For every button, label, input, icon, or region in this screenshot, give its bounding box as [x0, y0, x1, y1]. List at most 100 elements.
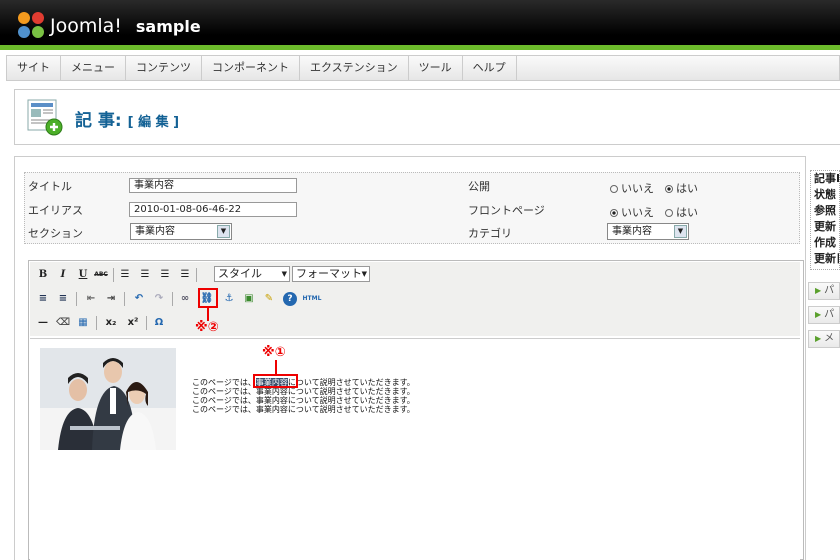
- menu-site[interactable]: サイト: [7, 56, 61, 80]
- published-yes-label: はい: [676, 182, 698, 195]
- info-line: 状態: [814, 188, 836, 201]
- align-center-icon[interactable]: ☰: [138, 268, 152, 282]
- strikethrough-icon[interactable]: ABC: [94, 268, 108, 282]
- params-advanced-toggle[interactable]: ▶ パ: [808, 306, 840, 324]
- triangle-right-icon: ▶: [815, 286, 822, 295]
- underline-icon[interactable]: U: [76, 268, 90, 282]
- radio-checked-icon: [665, 185, 673, 193]
- menu-help[interactable]: ヘルプ: [463, 56, 517, 80]
- annotation-line-1: [275, 360, 277, 374]
- section-label: セクション: [28, 227, 83, 240]
- admin-header: Joomla! sample: [0, 0, 840, 50]
- main-menu: サイト メニュー コンテンツ コンポーネント エクステンション ツール ヘルプ: [6, 55, 840, 81]
- toolbar-separator: [113, 268, 114, 282]
- format-dropdown[interactable]: フォーマット ▼: [292, 266, 370, 282]
- cleanup-icon[interactable]: ✎: [262, 292, 276, 306]
- params-article-toggle[interactable]: ▶ パ: [808, 282, 840, 300]
- category-select[interactable]: 事業内容 ▼: [607, 223, 689, 240]
- undo-icon[interactable]: ↶: [132, 292, 146, 306]
- title-label: タイトル: [28, 180, 72, 193]
- frontpage-yes-radio[interactable]: はい: [665, 204, 698, 220]
- radio-icon: [665, 209, 673, 217]
- triangle-right-icon: ▶: [815, 310, 822, 319]
- numbered-list-icon[interactable]: ≡: [56, 292, 70, 306]
- category-select-value: 事業内容: [612, 226, 652, 237]
- body-line: このページでは、事業内容について説明させていただきます。: [192, 378, 415, 387]
- metadata-toggle[interactable]: ▶ メ: [808, 330, 840, 348]
- link-icon[interactable]: ∞: [178, 292, 192, 306]
- section-select[interactable]: 事業内容 ▼: [130, 223, 232, 240]
- align-right-icon[interactable]: ☰: [158, 268, 172, 282]
- page-title-sub: [ 編 集 ]: [127, 115, 180, 130]
- toolbar-separator: [196, 268, 197, 282]
- image-icon[interactable]: ▣: [242, 292, 256, 306]
- annotation-label-2: ※②: [195, 320, 219, 335]
- frontpage-no-radio[interactable]: いいえ: [610, 204, 654, 220]
- joomla-logo: Joomla! sample: [18, 12, 201, 40]
- menu-components[interactable]: コンポーネント: [202, 56, 300, 80]
- article-body[interactable]: このページでは、事業内容について説明させていただきます。 このページでは、事業内…: [192, 378, 415, 414]
- anchor-icon[interactable]: ⚓: [222, 292, 236, 306]
- logo-text: Joomla!: [50, 15, 122, 37]
- info-line: 参照: [814, 204, 836, 217]
- special-character-icon[interactable]: Ω: [152, 316, 166, 330]
- toolbar-separator: [172, 292, 173, 306]
- visual-aid-icon[interactable]: ▦: [76, 316, 90, 330]
- annotation-label-1: ※①: [262, 345, 286, 360]
- radio-checked-icon: [610, 209, 618, 217]
- published-no-label: いいえ: [621, 182, 654, 195]
- triangle-right-icon: ▶: [815, 334, 822, 343]
- alias-field[interactable]: 2010-01-08-06-46-22: [129, 202, 297, 217]
- article-edit-icon: [27, 99, 63, 136]
- html-source-button[interactable]: HTML: [302, 292, 322, 306]
- format-dropdown-label: フォーマット: [296, 267, 362, 280]
- frontpage-no-label: いいえ: [621, 206, 654, 219]
- chevron-down-icon: ▼: [281, 270, 287, 278]
- menu-extensions[interactable]: エクステンション: [300, 56, 409, 80]
- body-line: このページでは、事業内容について説明させていただきます。: [192, 387, 415, 396]
- toolbar-separator: [76, 292, 77, 306]
- frontpage-label: フロントページ: [468, 204, 545, 217]
- body-line: このページでは、事業内容について説明させていただきます。: [192, 396, 415, 405]
- joomla-logo-icon: [18, 12, 46, 40]
- business-people-photo: [40, 348, 176, 450]
- alias-label: エイリアス: [28, 204, 83, 217]
- toolbar-separator: [146, 316, 147, 330]
- style-dropdown[interactable]: スタイル ▼: [214, 266, 290, 282]
- header-stripe: [0, 45, 840, 50]
- menu-menus[interactable]: メニュー: [61, 56, 126, 80]
- align-justify-icon[interactable]: ☰: [178, 268, 192, 282]
- bold-icon[interactable]: B: [36, 268, 50, 282]
- chevron-down-icon: ▼: [361, 270, 367, 278]
- italic-icon[interactable]: I: [56, 268, 70, 282]
- subscript-icon[interactable]: x₂: [104, 316, 118, 330]
- redo-icon[interactable]: ↷: [152, 292, 166, 306]
- site-name: sample: [135, 16, 201, 36]
- page-title-main: 記 事:: [75, 111, 122, 131]
- info-line: 記事I: [814, 172, 839, 185]
- section-select-value: 事業内容: [135, 226, 175, 237]
- category-label: カテゴリ: [468, 227, 512, 240]
- toolbar-separator: [96, 316, 97, 330]
- remove-format-icon[interactable]: ⌫: [56, 316, 70, 330]
- page-toolbar: 記 事: [ 編 集 ]: [14, 89, 840, 145]
- title-field[interactable]: 事業内容: [129, 178, 297, 193]
- superscript-icon[interactable]: x²: [126, 316, 140, 330]
- help-icon[interactable]: ?: [283, 292, 297, 306]
- page-title: 記 事: [ 編 集 ]: [75, 106, 179, 131]
- info-line: 更新日: [814, 252, 839, 265]
- menu-tools[interactable]: ツール: [409, 56, 463, 80]
- frontpage-yes-label: はい: [676, 206, 698, 219]
- article-info-panel: 記事I 状態 参照 更新 作成 更新日: [810, 170, 840, 270]
- menu-content[interactable]: コンテンツ: [126, 56, 202, 80]
- style-dropdown-label: スタイル: [218, 267, 262, 280]
- indent-icon[interactable]: ⇥: [104, 292, 118, 306]
- align-left-icon[interactable]: ☰: [118, 268, 132, 282]
- published-yes-radio[interactable]: はい: [665, 180, 698, 196]
- bullet-list-icon[interactable]: ≡: [36, 292, 50, 306]
- toolbar-separator: [124, 292, 125, 306]
- horizontal-rule-icon[interactable]: —: [36, 316, 50, 330]
- annotation-box-2: [198, 288, 218, 308]
- published-no-radio[interactable]: いいえ: [610, 180, 654, 196]
- outdent-icon[interactable]: ⇤: [84, 292, 98, 306]
